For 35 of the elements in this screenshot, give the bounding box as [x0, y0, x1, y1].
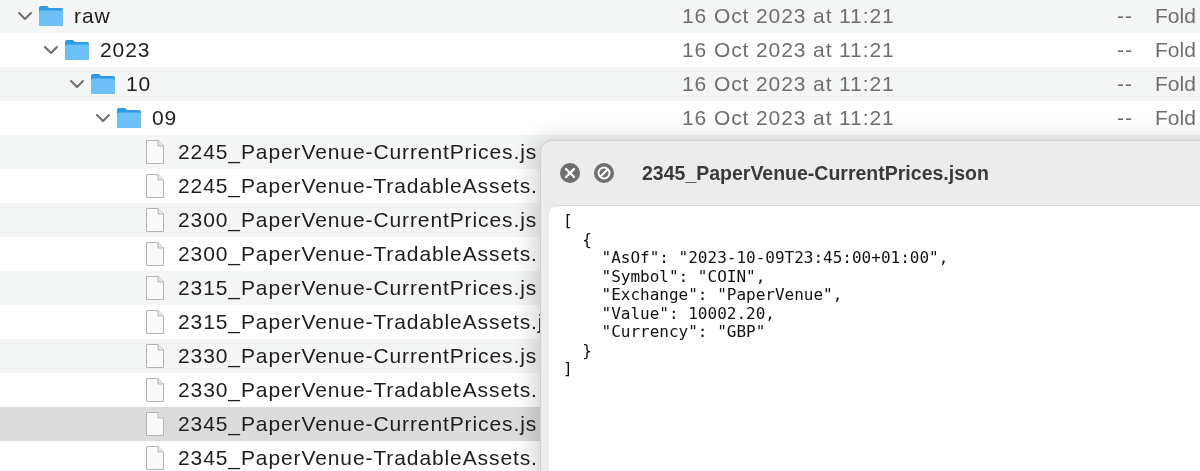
folder-name: 09 [152, 106, 178, 130]
code-line: "AsOf": "2023-10-09T23:45:00+01:00", [600, 249, 950, 268]
file-name: 2245_PaperVenue-TradableAssets. [178, 174, 538, 198]
folder-name: raw [74, 4, 111, 28]
code-line: "Value": 10002.20, [600, 304, 776, 323]
file-kind: Fold [1155, 72, 1196, 95]
file-kind: Fold [1155, 4, 1196, 27]
file-size: -- [1117, 72, 1133, 95]
code-line: } [581, 341, 593, 360]
file-name: 2315_PaperVenue-CurrentPrices.js [178, 276, 538, 300]
code-line: "Exchange": "PaperVenue", [600, 286, 844, 305]
date-modified: 16 Oct 2023 at 11:21 [682, 38, 895, 61]
file-name: 2330_PaperVenue-TradableAssets. [178, 378, 538, 402]
file-name: 2345_PaperVenue-CurrentPrices.js [178, 412, 538, 436]
file-name: 2330_PaperVenue-CurrentPrices.js [178, 344, 538, 368]
date-modified: 16 Oct 2023 at 11:21 [682, 4, 895, 27]
file-name: 2315_PaperVenue-TradableAssets.j [178, 310, 544, 334]
file-name: 2345_PaperVenue-TradableAssets. [178, 446, 538, 470]
code-line: { [581, 230, 593, 249]
date-modified: 16 Oct 2023 at 11:21 [682, 106, 895, 129]
code-line: [ [563, 212, 574, 231]
code-line: "Symbol": "COIN", [600, 267, 767, 286]
folder-name: 2023 [100, 38, 151, 62]
file-name: 2300_PaperVenue-TradableAssets. [178, 242, 538, 266]
file-kind: Fold [1155, 106, 1196, 129]
file-size: -- [1117, 4, 1133, 27]
code-line: "Currency": "GBP" [600, 323, 767, 342]
file-size: -- [1117, 38, 1133, 61]
file-name: 2245_PaperVenue-CurrentPrices.js [178, 140, 538, 164]
file-kind: Fold [1155, 38, 1196, 61]
code-line: ] [563, 360, 574, 379]
folder-name: 10 [126, 72, 152, 96]
file-size: -- [1117, 106, 1133, 129]
file-name: 2300_PaperVenue-CurrentPrices.js [178, 208, 538, 232]
date-modified: 16 Oct 2023 at 11:21 [682, 72, 895, 95]
